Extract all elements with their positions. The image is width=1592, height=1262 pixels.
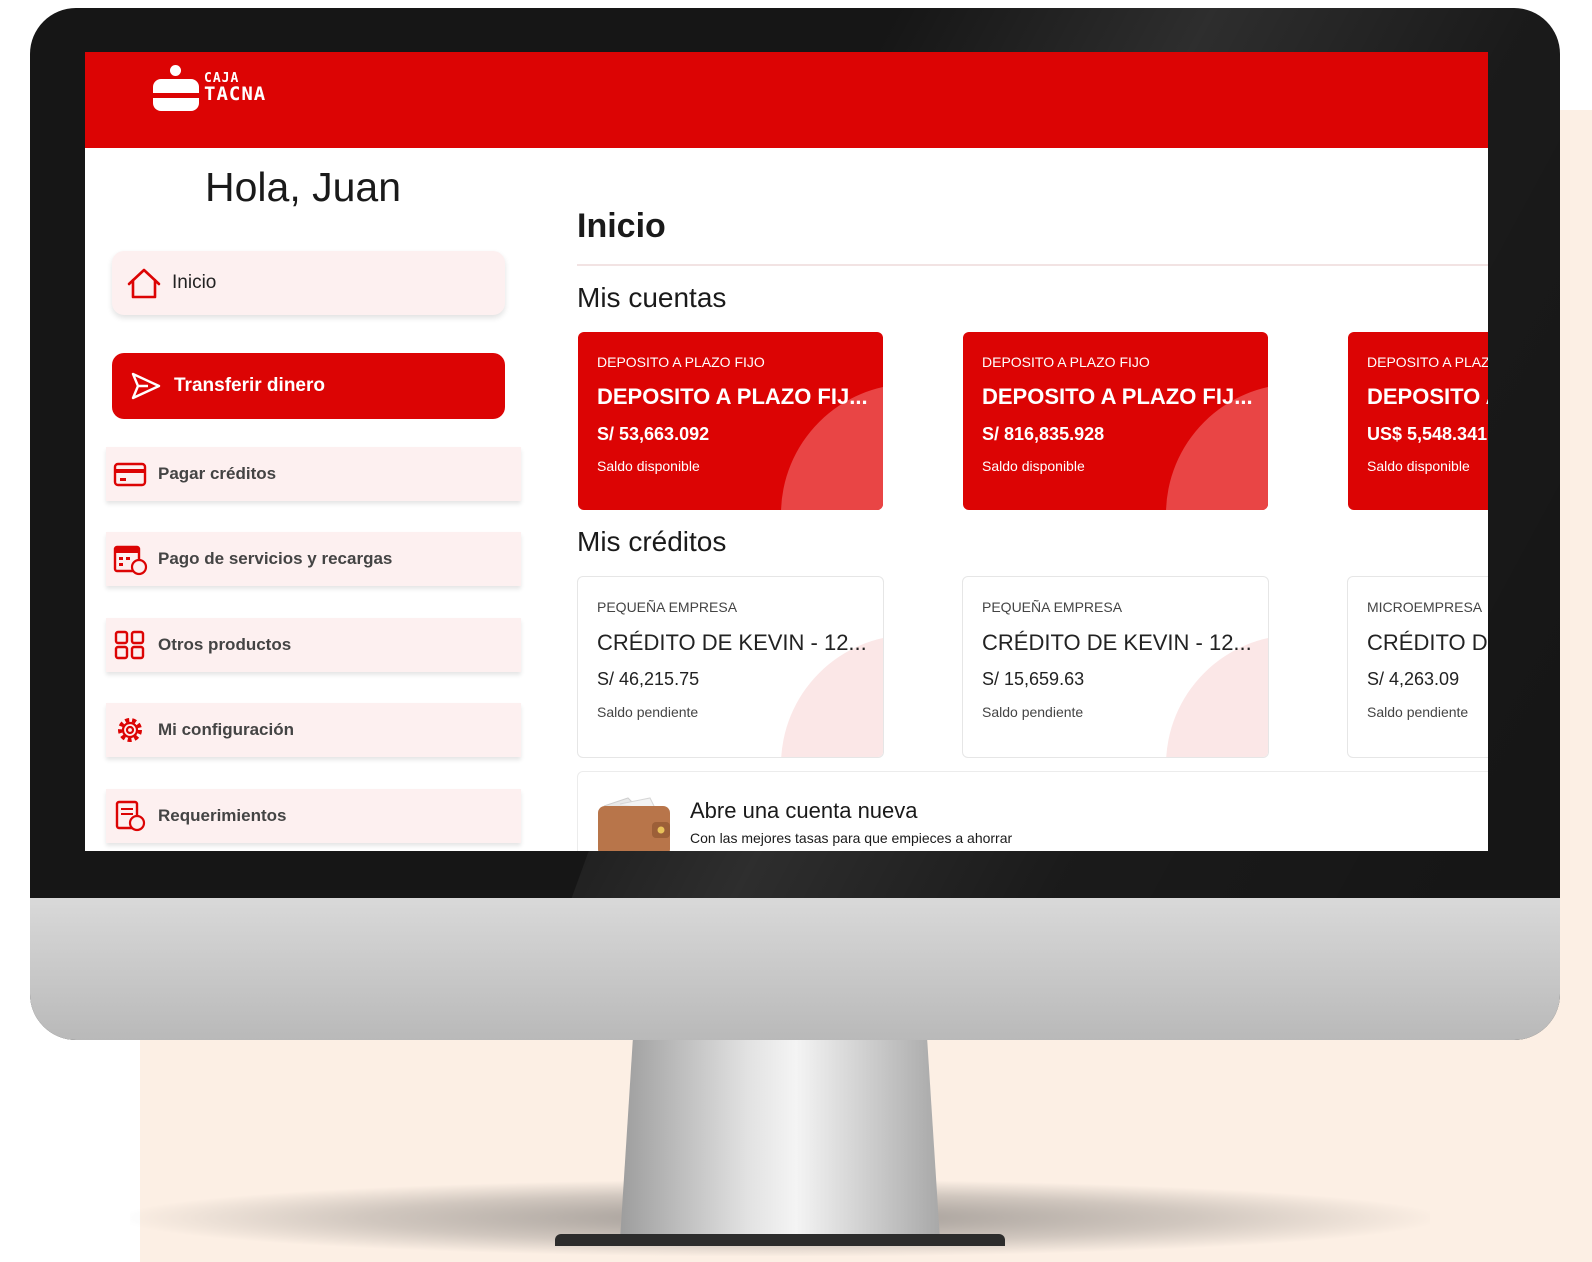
gear-icon (118, 718, 142, 742)
account-card[interactable]: DEPOSITO A PLAZO FIJO DEPOSITO A PLAZO F… (1348, 332, 1488, 510)
logo-text: CAJA TACNA (204, 72, 266, 104)
account-name: DEPOSITO A PLAZO FIJ... (597, 384, 868, 409)
logo-line-2: TACNA (204, 83, 267, 105)
sidebar-item-inicio[interactable]: Inicio (112, 251, 505, 315)
sidebar-item-label: Mi configuración (158, 720, 294, 739)
credit-balance-label: Saldo pendiente (982, 704, 1084, 720)
divider (577, 264, 1488, 266)
document-icon (115, 800, 146, 832)
credit-name: CRÉDITO DE KEVIN - 12... (1367, 630, 1488, 655)
sidebar-item-otros-productos[interactable]: Otros productos (106, 618, 521, 672)
app-screen: CAJA TACNA Hola, Juan Inicio Transferir … (85, 52, 1488, 851)
account-type: DEPOSITO A PLAZO FIJO (1367, 354, 1488, 370)
credit-balance: S/ 46,215.75 (597, 669, 700, 689)
monitor-stand-base (555, 1234, 1005, 1246)
monitor-stand (620, 1040, 940, 1240)
credit-card[interactable]: MICROEMPRESA CRÉDITO DE KEVIN - 12... S/… (1347, 576, 1488, 758)
sidebar-item-pagar-creditos[interactable]: Pagar créditos (106, 447, 521, 501)
account-type: DEPOSITO A PLAZO FIJO (597, 354, 765, 370)
account-card[interactable]: DEPOSITO A PLAZO FIJO DEPOSITO A PLAZO F… (963, 332, 1268, 510)
brand-logo[interactable]: CAJA TACNA (153, 65, 266, 111)
greeting: Hola, Juan (205, 164, 402, 210)
account-balance: S/ 53,663.092 (597, 424, 710, 444)
account-card[interactable]: DEPOSITO A PLAZO FIJO DEPOSITO A PLAZO F… (578, 332, 883, 510)
credit-type: MICROEMPRESA (1367, 599, 1483, 615)
credit-type: PEQUEÑA EMPRESA (982, 599, 1123, 615)
sidebar-item-label: Transferir dinero (174, 375, 325, 396)
credits-section-title: Mis créditos (577, 526, 727, 557)
sidebar-item-pago-servicios[interactable]: Pago de servicios y recargas (106, 532, 521, 586)
credit-card[interactable]: PEQUEÑA EMPRESA CRÉDITO DE KEVIN - 12...… (962, 576, 1269, 758)
account-name: DEPOSITO A PLAZO FIJ... (1367, 384, 1488, 409)
sidebar-item-label: Pagar créditos (158, 464, 277, 483)
sidebar-item-label: Requerimientos (158, 806, 287, 825)
home-icon (127, 268, 161, 299)
sidebar-item-label: Inicio (172, 272, 217, 293)
credit-card-icon (113, 462, 147, 487)
account-type: DEPOSITO A PLAZO FIJO (982, 354, 1150, 370)
credit-card[interactable]: PEQUEÑA EMPRESA CRÉDITO DE KEVIN - 12...… (577, 576, 884, 758)
calendar-bill-icon (113, 545, 148, 576)
sidebar-item-transferir[interactable]: Transferir dinero (112, 353, 505, 419)
send-icon (131, 372, 161, 400)
wallet-icon (598, 797, 670, 851)
promo-title: Abre una cuenta nueva (690, 798, 918, 823)
credit-name: CRÉDITO DE KEVIN - 12... (597, 630, 867, 655)
credit-balance-label: Saldo pendiente (1367, 704, 1469, 720)
sidebar-item-label: Otros productos (158, 635, 292, 654)
sidebar-item-label: Pago de servicios y recargas (158, 549, 393, 568)
credit-balance: S/ 4,263.09 (1367, 669, 1460, 689)
account-balance-label: Saldo disponible (982, 458, 1085, 474)
open-account-banner[interactable]: Abre una cuenta nueva Con las mejores ta… (577, 771, 1488, 851)
promo-subtitle: Con las mejores tasas para que empieces … (690, 830, 1013, 846)
logo-icon (153, 65, 199, 111)
header-bar: CAJA TACNA (85, 52, 1488, 148)
credit-balance-label: Saldo pendiente (597, 704, 699, 720)
accounts-section-title: Mis cuentas (577, 282, 727, 313)
account-balance-label: Saldo disponible (597, 458, 700, 474)
credit-balance: S/ 15,659.63 (982, 669, 1085, 689)
page-title: Inicio (577, 207, 666, 245)
credit-type: PEQUEÑA EMPRESA (597, 599, 738, 615)
credit-name: CRÉDITO DE KEVIN - 12... (982, 630, 1252, 655)
account-name: DEPOSITO A PLAZO FIJ... (982, 384, 1253, 409)
monitor-chin (30, 898, 1560, 1040)
sidebar-item-requerimientos[interactable]: Requerimientos (106, 789, 521, 843)
account-balance: US$ 5,548.341 (1367, 424, 1488, 444)
sidebar-item-mi-configuracion[interactable]: Mi configuración (106, 703, 521, 757)
account-balance-label: Saldo disponible (1367, 458, 1470, 474)
grid-icon (114, 630, 145, 660)
account-balance: S/ 816,835.928 (982, 424, 1105, 444)
